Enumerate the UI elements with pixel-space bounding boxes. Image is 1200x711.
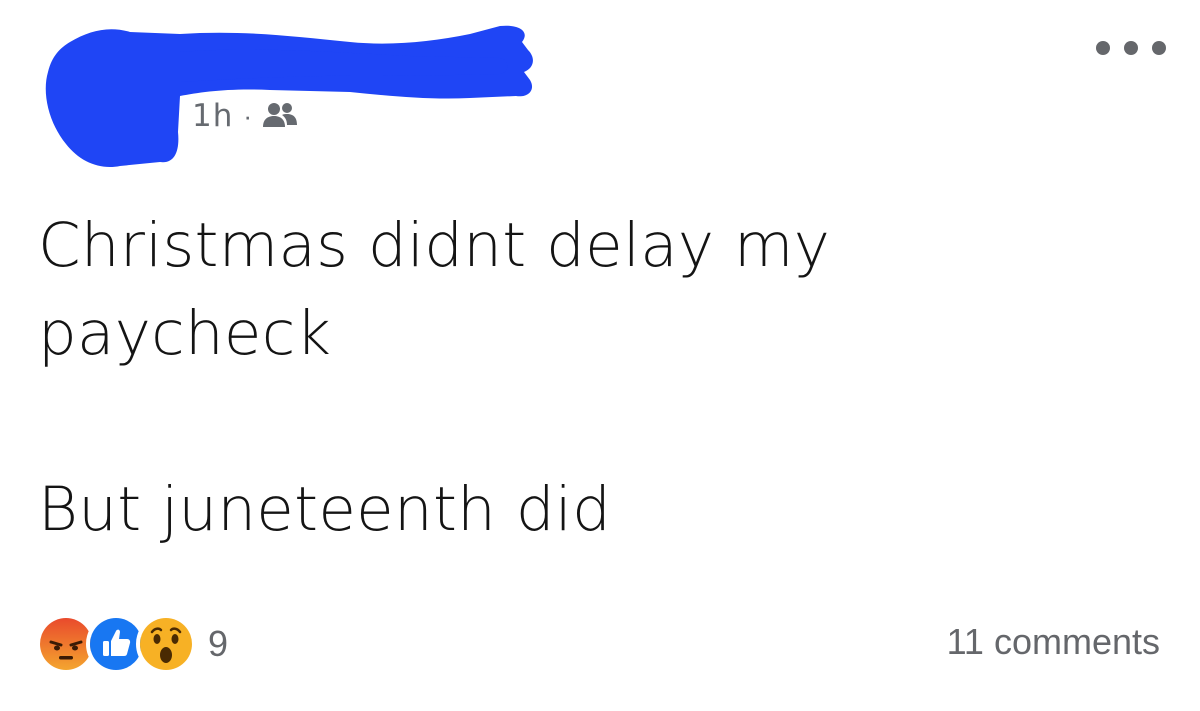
more-options-dot	[1152, 41, 1166, 55]
post-timestamp[interactable]: 1h	[192, 100, 233, 132]
meta-separator: ·	[243, 101, 253, 131]
redaction-scribble	[45, 25, 533, 168]
more-options-icon	[1096, 41, 1110, 55]
post-body: Christmas didnt delay my paycheck But ju…	[38, 202, 1138, 554]
post-text-line: paycheck	[38, 298, 332, 369]
reactions-summary[interactable]: 9	[36, 614, 228, 674]
post-text-line: Christmas didnt delay my	[38, 210, 831, 281]
more-options-dot	[1124, 41, 1138, 55]
post-meta: 1h ·	[192, 100, 298, 132]
comments-count-link[interactable]: 11 comments	[947, 624, 1160, 660]
reaction-count: 9	[208, 623, 229, 664]
friends-icon[interactable]	[262, 100, 298, 132]
more-options-button[interactable]	[1096, 30, 1166, 66]
wow-reaction-icon	[136, 614, 196, 674]
post-text-line: But juneteenth did	[38, 474, 612, 545]
